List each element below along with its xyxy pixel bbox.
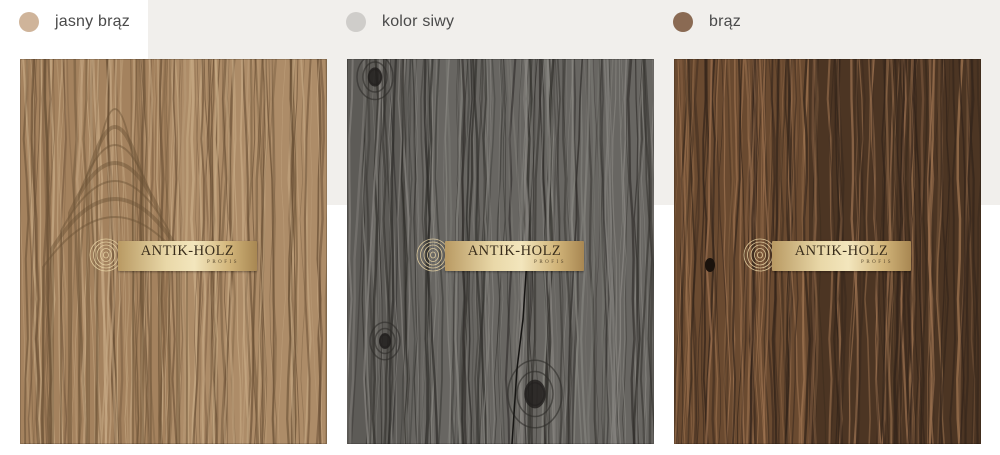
logo-text: ANTIK-HOLZ (794, 243, 889, 259)
antik-holz-logo: ANTIK-HOLZ PROFIS (742, 237, 913, 274)
wood-panel-brown: ANTIK-HOLZ PROFIS (674, 59, 981, 444)
antik-holz-logo: ANTIK-HOLZ PROFIS (415, 237, 586, 274)
logo-text: ANTIK-HOLZ (467, 243, 562, 259)
antik-holz-logo: ANTIK-HOLZ PROFIS (88, 237, 259, 274)
swatch-label-text: brąz (709, 13, 741, 30)
swatch-light-brown: jasny brąz (19, 10, 130, 34)
color-dot-icon (346, 12, 366, 32)
swatch-grey: kolor siwy (346, 10, 454, 34)
wood-panel-light-brown: ANTIK-HOLZ PROFIS (20, 59, 327, 444)
logo-text: ANTIK-HOLZ (140, 243, 235, 259)
color-dot-icon (19, 12, 39, 32)
logo-subtext: PROFIS (207, 260, 239, 265)
swatch-label-text: kolor siwy (382, 13, 455, 30)
color-dot-icon (673, 12, 693, 32)
logo-subtext: PROFIS (861, 260, 893, 265)
wood-panel-grey: ANTIK-HOLZ PROFIS (347, 59, 654, 444)
swatch-brown: brąz (673, 10, 741, 34)
swatch-label-text: jasny brąz (55, 13, 130, 30)
logo-subtext: PROFIS (534, 260, 566, 265)
